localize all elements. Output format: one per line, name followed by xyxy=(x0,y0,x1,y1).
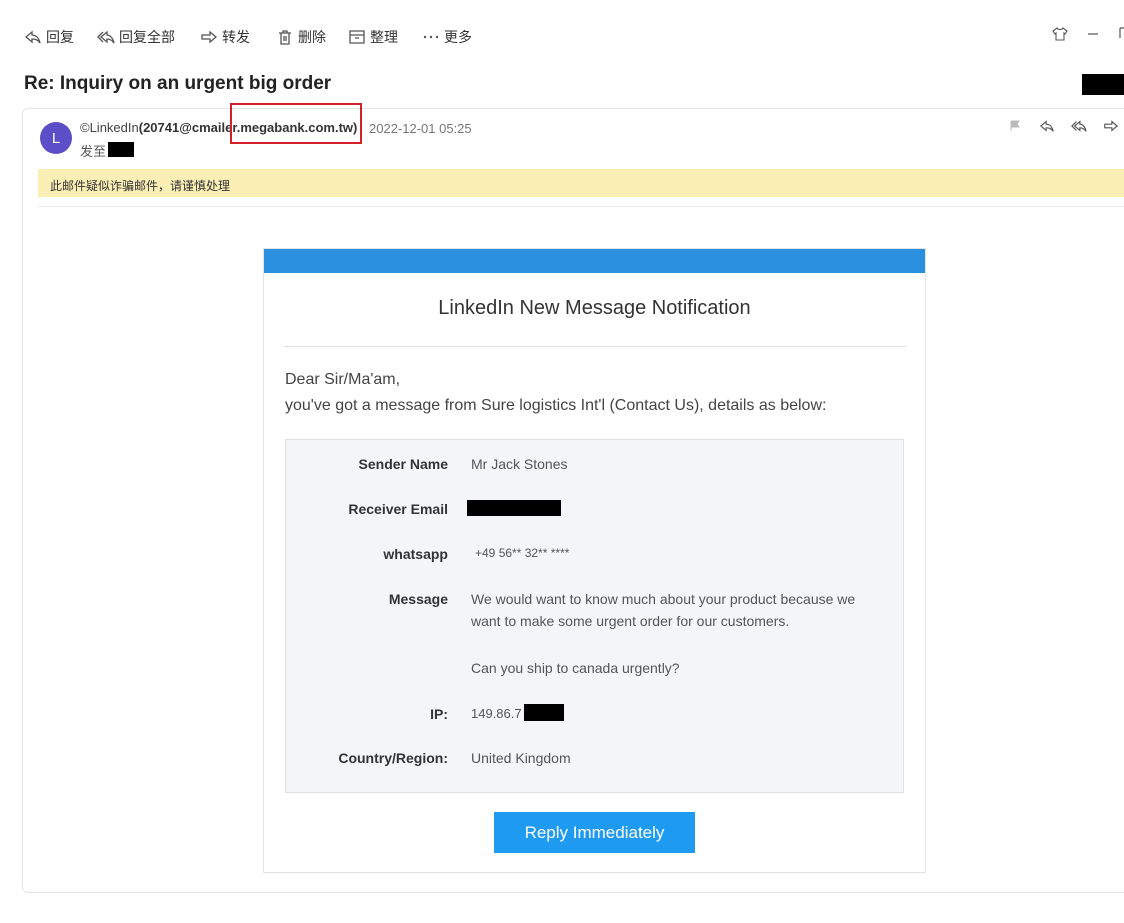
more-button[interactable]: 更多 xyxy=(422,26,472,48)
whatsapp-value: +49 56** 32** **** xyxy=(475,546,570,560)
ip-label: IP: xyxy=(430,706,448,722)
avatar: L xyxy=(40,122,72,154)
message-body: We would want to know much about your pr… xyxy=(471,591,856,629)
reply-all-button[interactable]: 回复全部 xyxy=(97,26,175,48)
message-label: Message xyxy=(388,591,448,607)
intro-text: you've got a message from Sure logistics… xyxy=(285,397,827,414)
recipient-line: 发至 xyxy=(80,141,106,160)
redaction-block xyxy=(1082,74,1124,95)
forward-label: 转发 xyxy=(222,29,250,45)
shirt-icon[interactable] xyxy=(1052,26,1068,45)
sender-domain-highlight xyxy=(230,103,362,144)
scam-warning-bar: 此邮件疑似诈骗邮件，请谨慎处理 xyxy=(38,169,1124,197)
header-divider xyxy=(38,206,1124,207)
notification-panel: LinkedIn New Message Notification Dear S… xyxy=(263,248,926,873)
recipient-redaction xyxy=(108,142,134,157)
more-label: 更多 xyxy=(444,29,472,45)
reply-all-label: 回复全部 xyxy=(119,29,175,45)
receiver-email-label: Receiver Email xyxy=(348,501,448,517)
delete-label: 删除 xyxy=(298,29,326,45)
organize-label: 整理 xyxy=(370,29,398,45)
ip-redaction xyxy=(524,704,564,721)
flag-icon[interactable] xyxy=(1004,116,1026,136)
reply-icon xyxy=(24,30,41,44)
title-divider xyxy=(284,346,906,347)
country-label: Country/Region: xyxy=(338,750,448,766)
mail-toolbar: 回复 回复全部 转发 删除 整理 更多 xyxy=(0,0,1124,64)
forward-icon xyxy=(201,30,218,44)
message-question: Can you ship to canada urgently? xyxy=(471,660,680,676)
country-value: United Kingdom xyxy=(471,750,571,766)
notification-top-bar xyxy=(264,249,925,273)
reply-all-icon[interactable] xyxy=(1068,116,1090,136)
delete-button[interactable]: 删除 xyxy=(276,26,326,48)
receiver-email-redaction xyxy=(467,500,561,516)
header-actions xyxy=(1004,116,1122,136)
sender-name: ©LinkedIn xyxy=(80,120,139,135)
mail-subject: Re: Inquiry on an urgent big order xyxy=(24,73,332,94)
organize-button[interactable]: 整理 xyxy=(348,26,398,48)
forward-button[interactable]: 转发 xyxy=(200,26,250,48)
reply-all-icon xyxy=(97,30,115,44)
trash-icon xyxy=(279,30,291,45)
notification-title: LinkedIn New Message Notification xyxy=(438,297,751,319)
mail-date: 2022-12-01 05:25 xyxy=(369,121,472,136)
reply-label: 回复 xyxy=(46,29,74,45)
details-box: Sender Name Mr Jack Stones Receiver Emai… xyxy=(285,439,904,793)
sender-name-label: Sender Name xyxy=(358,456,448,472)
organize-icon xyxy=(349,30,365,44)
greeting-text: Dear Sir/Ma'am, xyxy=(285,371,401,388)
reply-immediately-button[interactable]: Reply Immediately xyxy=(494,812,695,853)
sender-name-value: Mr Jack Stones xyxy=(471,456,568,472)
reply-button[interactable]: 回复 xyxy=(24,26,74,48)
forward-icon[interactable] xyxy=(1100,116,1122,136)
minimize-icon[interactable] xyxy=(1086,26,1100,43)
ip-value: 149.86.7 xyxy=(471,706,522,721)
reply-icon[interactable] xyxy=(1036,116,1058,136)
recipient-label: 发至 xyxy=(80,144,107,159)
more-icon xyxy=(423,35,439,39)
window-icon[interactable] xyxy=(1116,26,1124,43)
whatsapp-label: whatsapp xyxy=(383,546,448,562)
